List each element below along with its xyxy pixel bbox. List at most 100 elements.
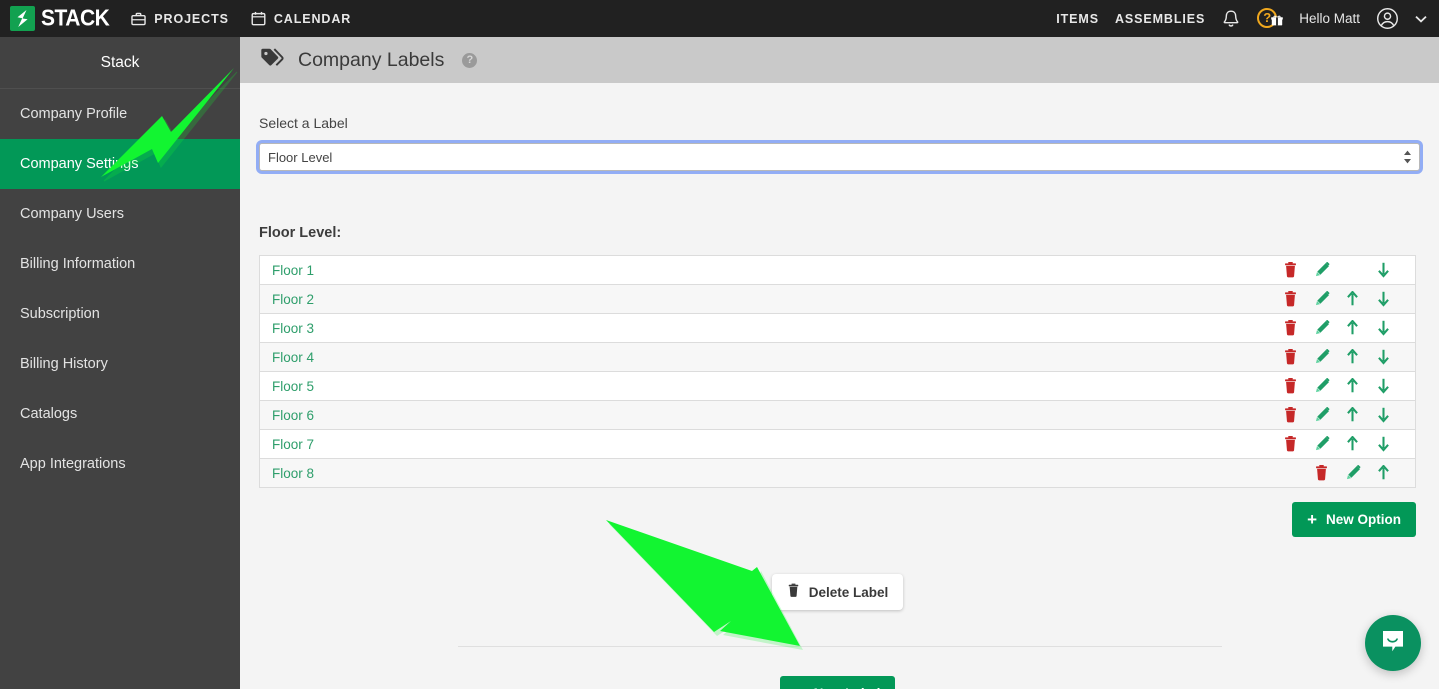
pencil-icon[interactable]: [1337, 465, 1368, 481]
arrow-up-icon[interactable]: [1337, 436, 1368, 452]
arrow-down-icon[interactable]: [1368, 291, 1399, 307]
arrow-up-icon[interactable]: [1337, 407, 1368, 423]
options-list-title: Floor Level:: [259, 225, 342, 241]
arrow-up-icon[interactable]: [1337, 320, 1368, 336]
chat-launcher-button[interactable]: [1365, 615, 1421, 671]
pencil-icon[interactable]: [1306, 320, 1337, 336]
sidebar-item-app-integrations[interactable]: App Integrations: [0, 439, 240, 489]
table-row[interactable]: Floor 8: [260, 459, 1415, 488]
brand-logo-text: STACK: [41, 5, 110, 31]
row-actions: [1275, 407, 1399, 423]
user-menu-chevron-down-icon[interactable]: [1415, 15, 1427, 23]
trash-icon[interactable]: [1275, 407, 1306, 423]
sidebar-item-label: App Integrations: [20, 456, 126, 472]
arrow-down-icon[interactable]: [1368, 320, 1399, 336]
tags-icon: [260, 47, 286, 74]
row-label[interactable]: Floor 4: [272, 350, 314, 365]
brand-logo[interactable]: STACK: [10, 5, 110, 31]
pencil-icon[interactable]: [1306, 407, 1337, 423]
row-actions: [1275, 465, 1399, 481]
calendar-icon: [251, 11, 266, 26]
row-label[interactable]: Floor 8: [272, 466, 314, 481]
pencil-icon[interactable]: [1306, 291, 1337, 307]
row-label[interactable]: Floor 1: [272, 263, 314, 278]
row-actions: [1275, 320, 1399, 336]
label-select-wrapper: Floor Level: [259, 143, 1420, 171]
row-label[interactable]: Floor 3: [272, 321, 314, 336]
arrow-up-icon[interactable]: [1337, 291, 1368, 307]
sidebar-item-company-profile[interactable]: Company Profile: [0, 89, 240, 139]
trash-icon[interactable]: [1275, 262, 1306, 278]
trash-icon[interactable]: [1275, 291, 1306, 307]
sidebar-item-label: Billing Information: [20, 256, 136, 272]
notification-bell-icon[interactable]: [1221, 8, 1241, 30]
label-select[interactable]: Floor Level: [259, 143, 1420, 171]
nav-item-projects[interactable]: PROJECTS: [131, 0, 229, 37]
table-row[interactable]: Floor 6: [260, 401, 1415, 430]
section-divider: [457, 646, 1222, 647]
new-option-button-label: New Option: [1326, 512, 1401, 527]
arrow-down-icon[interactable]: [1368, 378, 1399, 394]
sidebar-item-label: Catalogs: [20, 406, 78, 422]
table-row[interactable]: Floor 4: [260, 343, 1415, 372]
top-navigation-bar: STACK PROJECTS CALENDAR ITEMS ASSEMBLIES…: [0, 0, 1439, 37]
sidebar-item-company-users[interactable]: Company Users: [0, 189, 240, 239]
user-avatar-icon[interactable]: [1376, 7, 1399, 30]
table-row[interactable]: Floor 7: [260, 430, 1415, 459]
pencil-icon[interactable]: [1306, 349, 1337, 365]
label-select-value: Floor Level: [268, 149, 333, 165]
delete-label-button[interactable]: Delete Label: [771, 574, 904, 610]
content-area: Select a Label Floor Level Floor Level: …: [240, 115, 1439, 689]
table-row[interactable]: Floor 2: [260, 285, 1415, 314]
sidebar-item-company-settings[interactable]: Company Settings: [0, 139, 240, 189]
row-label[interactable]: Floor 7: [272, 437, 314, 452]
table-row[interactable]: Floor 5: [260, 372, 1415, 401]
arrow-up-icon[interactable]: [1337, 378, 1368, 394]
user-greeting: Hello Matt: [1299, 11, 1360, 26]
sidebar-item-catalogs[interactable]: Catalogs: [0, 389, 240, 439]
row-label[interactable]: Floor 5: [272, 379, 314, 394]
sidebar-item-billing-information[interactable]: Billing Information: [0, 239, 240, 289]
arrow-up-icon[interactable]: [1337, 349, 1368, 365]
new-label-row: + New Label: [259, 676, 1416, 689]
arrow-down-icon[interactable]: [1368, 407, 1399, 423]
sidebar-item-billing-history[interactable]: Billing History: [0, 339, 240, 389]
row-actions: [1244, 262, 1399, 278]
help-and-gift-button[interactable]: ?: [1257, 7, 1284, 31]
pencil-icon[interactable]: [1306, 436, 1337, 452]
primary-nav: PROJECTS CALENDAR: [131, 0, 351, 37]
trash-icon[interactable]: [1275, 436, 1306, 452]
trash-icon[interactable]: [1275, 349, 1306, 365]
row-label[interactable]: Floor 6: [272, 408, 314, 423]
select-stepper-arrows-icon[interactable]: [1403, 150, 1412, 164]
table-row[interactable]: Floor 1: [260, 256, 1415, 285]
table-row[interactable]: Floor 3: [260, 314, 1415, 343]
row-actions: [1275, 291, 1399, 307]
arrow-down-icon[interactable]: [1368, 262, 1399, 278]
sidebar: Stack Company Profile Company Settings C…: [0, 37, 240, 689]
new-label-button[interactable]: + New Label: [779, 676, 896, 689]
delete-label-button-label: Delete Label: [808, 584, 889, 600]
trash-icon[interactable]: [1306, 465, 1337, 481]
main-content: Company Labels ? Select a Label Floor Le…: [240, 37, 1439, 689]
trash-icon[interactable]: [1275, 378, 1306, 394]
pencil-icon[interactable]: [1306, 378, 1337, 394]
nav-item-assemblies[interactable]: ASSEMBLIES: [1115, 12, 1205, 26]
arrow-down-icon[interactable]: [1368, 349, 1399, 365]
arrow-down-icon[interactable]: [1368, 436, 1399, 452]
gift-icon: [1271, 13, 1284, 31]
nav-item-items[interactable]: ITEMS: [1056, 12, 1099, 26]
sidebar-item-subscription[interactable]: Subscription: [0, 289, 240, 339]
arrow-up-icon[interactable]: [1368, 465, 1399, 481]
options-table: Floor 1 Floor 2 Floor 3 Floor 4 Floor 5 …: [259, 255, 1416, 488]
sidebar-item-label: Company Settings: [20, 156, 139, 172]
pencil-icon[interactable]: [1306, 262, 1337, 278]
trash-icon[interactable]: [1275, 320, 1306, 336]
select-label: Select a Label: [259, 115, 348, 131]
delete-label-row: Delete Label: [259, 574, 1416, 610]
page-help-circle-icon[interactable]: ?: [462, 52, 478, 68]
nav-item-calendar[interactable]: CALENDAR: [251, 0, 351, 37]
row-label[interactable]: Floor 2: [272, 292, 314, 307]
sidebar-title: Stack: [0, 37, 240, 89]
new-option-button[interactable]: + New Option: [1292, 502, 1416, 537]
